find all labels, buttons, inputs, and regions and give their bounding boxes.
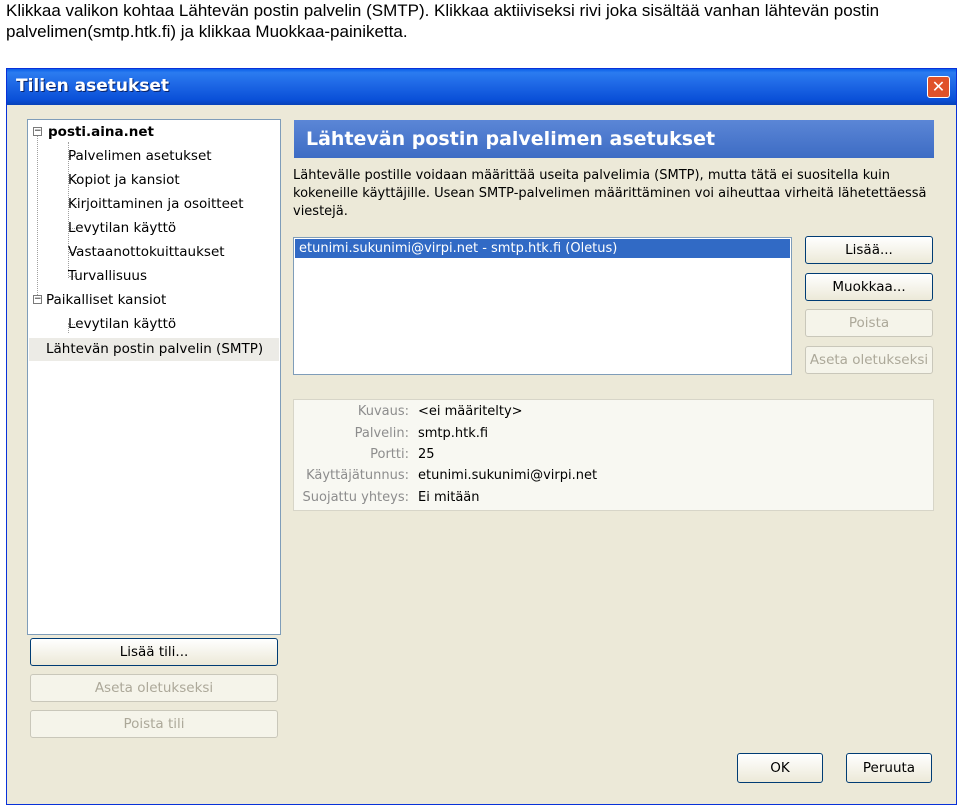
details-port-value: 25 xyxy=(418,447,435,462)
details-server-value: smtp.htk.fi xyxy=(418,426,489,441)
details-username-label: Käyttäjätunnus: xyxy=(306,468,409,483)
details-port-label: Portti: xyxy=(370,447,409,462)
tree-account-label: posti.aina.net xyxy=(48,124,154,140)
collapse-icon[interactable]: − xyxy=(33,127,42,136)
tree-item-smtp[interactable]: Lähtevän postin palvelin (SMTP) xyxy=(46,338,263,360)
details-security-label: Suojattu yhteys: xyxy=(302,490,409,505)
details-security-value: Ei mitään xyxy=(418,490,480,505)
instruction-text: Klikkaa valikon kohtaa Lähtevän postin p… xyxy=(6,1,880,41)
add-account-button[interactable]: Lisää tili... xyxy=(30,638,278,666)
add-server-button[interactable]: Lisää... xyxy=(805,236,933,264)
tree-item-local-folders[interactable]: − Paikalliset kansiot xyxy=(32,289,166,311)
tree-item-return-receipts[interactable]: Vastaanottokuittaukset xyxy=(68,241,225,263)
details-description-value: <ei määritelty> xyxy=(418,404,523,419)
tree-item-server-settings[interactable]: Palvelimen asetukset xyxy=(68,145,212,167)
details-server-label: Palvelin: xyxy=(354,426,409,441)
details-description-label: Kuvaus: xyxy=(357,404,409,419)
tree-item-composition-addressing[interactable]: Kirjoittaminen ja osoitteet xyxy=(68,193,244,215)
close-icon[interactable]: ✕ xyxy=(927,76,950,98)
tree-item-local-disk-space[interactable]: Levytilan käyttö xyxy=(68,313,176,335)
tree-item-security[interactable]: Turvallisuus xyxy=(68,265,147,287)
ok-button[interactable]: OK xyxy=(737,753,823,783)
cancel-button[interactable]: Peruuta xyxy=(846,753,932,783)
title-bar[interactable]: Tilien asetukset ✕ xyxy=(7,69,956,105)
window-title: Tilien asetukset xyxy=(16,76,170,96)
remove-account-button[interactable]: Poista tili xyxy=(30,710,278,738)
tree-item-account[interactable]: − posti.aina.net xyxy=(32,121,154,143)
smtp-server-row[interactable]: etunimi.sukunimi@virpi.net - smtp.htk.fi… xyxy=(295,239,790,258)
panel-header: Lähtevän postin palvelimen asetukset xyxy=(294,120,934,158)
tree-item-disk-space[interactable]: Levytilan käyttö xyxy=(68,217,176,239)
server-details: Kuvaus: <ei määritelty> Palvelin: smtp.h… xyxy=(293,399,934,511)
tree-item-copies-folders[interactable]: Kopiot ja kansiot xyxy=(68,169,180,191)
panel-description: Lähtevälle postille voidaan määrittää us… xyxy=(293,168,927,219)
edit-server-button[interactable]: Muokkaa... xyxy=(805,273,933,301)
set-default-account-button[interactable]: Aseta oletukseksi xyxy=(30,674,278,702)
collapse-icon[interactable]: − xyxy=(33,295,42,304)
account-tree[interactable]: − posti.aina.net Palvelimen asetukset Ko… xyxy=(27,119,281,635)
account-settings-window: Tilien asetukset ✕ − posti.aina.net Palv… xyxy=(6,68,957,805)
remove-server-button[interactable]: Poista xyxy=(805,309,933,337)
smtp-server-list[interactable]: etunimi.sukunimi@virpi.net - smtp.htk.fi… xyxy=(293,237,792,375)
set-default-server-button[interactable]: Aseta oletukseksi xyxy=(805,346,933,374)
details-username-value: etunimi.sukunimi@virpi.net xyxy=(418,468,598,483)
